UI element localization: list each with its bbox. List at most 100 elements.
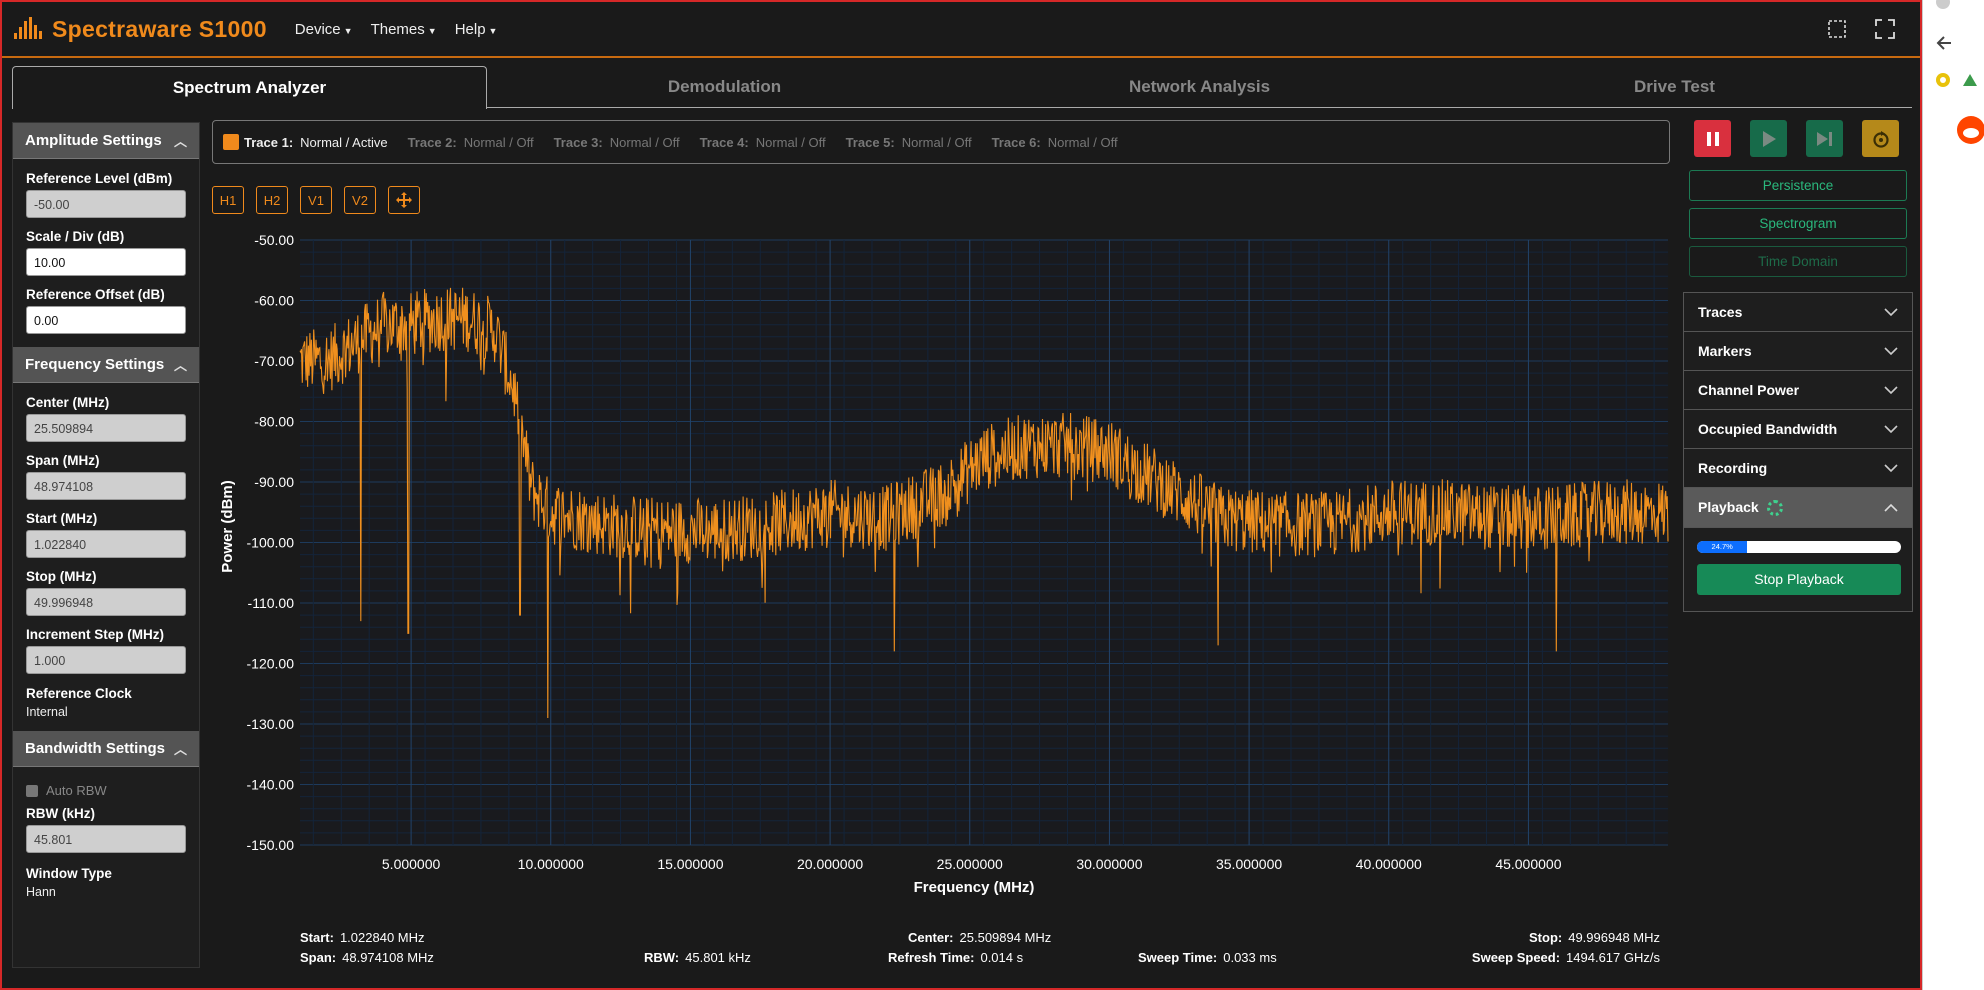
trace-3[interactable]: Trace 3: Normal / Off	[554, 135, 680, 150]
reset-button[interactable]	[1862, 120, 1899, 157]
bandwidth-settings-header[interactable]: Bandwidth Settings ︿	[13, 731, 199, 767]
time-domain-button[interactable]: Time Domain	[1689, 246, 1907, 277]
accordion-playback[interactable]: Playback	[1684, 488, 1912, 528]
field-label: Stop (MHz)	[26, 569, 97, 584]
chevron-down-icon	[1884, 463, 1898, 472]
trace-status: Normal / Off	[901, 134, 972, 150]
stop-playback-button[interactable]: Stop Playback	[1697, 564, 1901, 595]
accordion-channel-power[interactable]: Channel Power	[1684, 371, 1912, 410]
marker-h2-button[interactable]: H2	[256, 186, 288, 214]
menu-themes[interactable]: Themes ▼	[371, 21, 437, 38]
accordion-label: Recording	[1698, 460, 1768, 476]
checkbox-icon	[26, 784, 38, 797]
ref-clock-value: Internal	[26, 705, 68, 719]
y-tick-label: -60.00	[254, 293, 294, 309]
main-menu: Device ▼ Themes ▼ Help ▼	[295, 21, 516, 38]
pause-button[interactable]	[1694, 120, 1731, 157]
trace-status: Normal / Off	[755, 134, 826, 150]
scale-input[interactable]: 10.00	[26, 248, 186, 276]
increment-step-input[interactable]: 1.000	[26, 646, 186, 674]
trace-status: Normal / Active	[300, 134, 388, 150]
window-type-value: Hann	[26, 885, 56, 899]
accordion-recording[interactable]: Recording	[1684, 449, 1912, 488]
chevron-up-icon: ︿	[173, 134, 187, 149]
trace-4[interactable]: Trace 4: Normal / Off	[700, 135, 826, 150]
stop-input[interactable]: 49.996948	[26, 588, 186, 616]
pan-move-icon[interactable]	[388, 186, 420, 214]
trace-2[interactable]: Trace 2: Normal / Off	[408, 135, 534, 150]
amplitude-settings-header[interactable]: Amplitude Settings ︿	[13, 123, 199, 159]
accordion-traces[interactable]: Traces	[1684, 293, 1912, 332]
marker-v2-button[interactable]: V2	[344, 186, 376, 214]
accordion-label: Channel Power	[1698, 382, 1800, 398]
sweep-stats: Start: 1.022840 MHz Span: 48.974108 MHz Ce…	[300, 930, 1660, 970]
brand-logo-icon	[14, 15, 44, 43]
accordion-label: Playback	[1698, 498, 1759, 515]
trace-name: Trace 3:	[553, 134, 603, 150]
step-field: Increment Step (MHz) 1.000	[13, 616, 199, 674]
x-tick-label: 20.000000	[797, 856, 863, 872]
start-input[interactable]: 1.022840	[26, 530, 186, 558]
accordion-label: Traces	[1698, 304, 1743, 320]
y-tick-label: -130.00	[247, 716, 295, 732]
stat-rbw: RBW: 45.801 kHz	[644, 950, 751, 965]
accordion-label: Markers	[1698, 343, 1752, 359]
spectrum-chart[interactable]: -50.00 -60.00 -70.00 -80.00 -90.00 -100.00 -11…	[212, 232, 1672, 922]
rbw-input[interactable]: 45.801	[26, 825, 186, 853]
field-label: Center (MHz)	[26, 395, 110, 410]
auto-rbw-toggle[interactable]: Auto RBW	[13, 767, 199, 800]
screenshot-select-icon[interactable]	[1826, 18, 1848, 40]
center-input[interactable]: 25.509894	[26, 414, 186, 442]
persistence-button[interactable]: Persistence	[1689, 170, 1907, 201]
field-label: Start (MHz)	[26, 511, 98, 526]
trace-6[interactable]: Trace 6: Normal / Off	[992, 135, 1118, 150]
y-tick-label: -150.00	[247, 837, 295, 853]
stat-sweep-time: Sweep Time: 0.033 ms	[1138, 950, 1277, 965]
trace-name: Trace 6:	[991, 134, 1041, 150]
accordion-markers[interactable]: Markers	[1684, 332, 1912, 371]
ref-clock-field: Reference Clock Internal	[13, 674, 199, 731]
stat-center: Center: 25.509894 MHz	[908, 930, 1052, 945]
stat-span: Span: 48.974108 MHz	[300, 950, 434, 965]
menu-themes-label: Themes	[370, 20, 425, 38]
tab-network-analysis[interactable]: Network Analysis	[962, 66, 1437, 107]
section-title: Frequency Settings	[25, 356, 165, 373]
accordion-occupied-bandwidth[interactable]: Occupied Bandwidth	[1684, 410, 1912, 449]
menu-help[interactable]: Help ▼	[455, 21, 498, 38]
rbw-field: RBW (kHz) 45.801	[13, 800, 199, 853]
scale-field: Scale / Div (dB) 10.00	[13, 218, 199, 276]
tab-drive-test[interactable]: Drive Test	[1437, 66, 1912, 107]
settings-sidebar: Amplitude Settings ︿ Reference Level (dBm…	[12, 122, 200, 968]
marker-h1-button[interactable]: H1	[212, 186, 244, 214]
chevron-down-icon	[1884, 346, 1898, 355]
section-title: Bandwidth Settings	[25, 740, 165, 757]
tab-demodulation[interactable]: Demodulation	[487, 66, 962, 107]
caret-down-icon: ▼	[427, 25, 437, 36]
menu-device[interactable]: Device ▼	[295, 21, 353, 38]
frequency-settings-header[interactable]: Frequency Settings ︿	[13, 347, 199, 383]
loading-spinner-icon	[1766, 500, 1783, 517]
marker-v1-button[interactable]: V1	[300, 186, 332, 214]
mode-tabs: Spectrum Analyzer Demodulation Network A…	[12, 66, 1912, 109]
pause-icon	[1706, 131, 1719, 146]
step-forward-button[interactable]	[1806, 120, 1843, 157]
fullscreen-icon[interactable]	[1874, 18, 1896, 40]
brand-name[interactable]: Spectraware S1000	[52, 16, 267, 43]
navbar: Spectraware S1000 Device ▼ Themes ▼ Help ▼	[2, 2, 1920, 58]
span-input[interactable]: 48.974108	[26, 472, 186, 500]
analysis-accordion: Traces Markers Channel Power Occupied Ba…	[1683, 292, 1913, 612]
ref-level-input[interactable]: -50.00	[26, 190, 186, 218]
trace-1[interactable]: Trace 1: Normal / Active	[223, 134, 388, 150]
spectrogram-button[interactable]: Spectrogram	[1689, 208, 1907, 239]
field-label: RBW (kHz)	[26, 806, 95, 821]
ref-offset-input[interactable]: 0.00	[26, 306, 186, 334]
trace-5[interactable]: Trace 5: Normal / Off	[846, 135, 972, 150]
reset-icon	[1872, 130, 1889, 148]
play-button[interactable]	[1750, 120, 1787, 157]
offset-field: Reference Offset (dB) 0.00	[13, 276, 199, 347]
section-title: Amplitude Settings	[25, 132, 162, 149]
y-tick-label: -140.00	[247, 777, 295, 793]
tab-spectrum-analyzer[interactable]: Spectrum Analyzer	[12, 66, 487, 109]
navbar-actions	[1826, 18, 1896, 40]
stop-field: Stop (MHz) 49.996948	[13, 558, 199, 616]
